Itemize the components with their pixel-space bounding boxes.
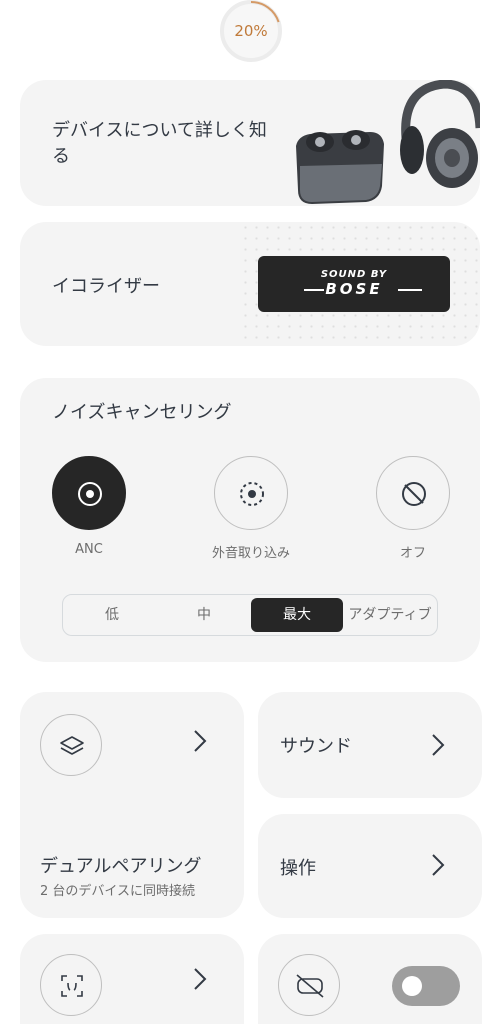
level-adaptive[interactable]: アダプティブ (345, 598, 435, 632)
off-icon (402, 482, 426, 506)
mode-ambient-label: 外音取り込み (211, 546, 290, 561)
level-max[interactable]: 最大 (251, 598, 343, 632)
equalizer-card[interactable]: イコライザー SOUND BY BOSE (20, 222, 480, 346)
mode-anc-label: ANC (75, 542, 103, 557)
game-mode-toggle[interactable] (392, 966, 460, 1006)
brand-stripe-right (398, 289, 422, 291)
sound-tile[interactable]: サウンド (258, 692, 482, 798)
sound-title: サウンド (280, 736, 352, 757)
chevron-right-icon (432, 854, 445, 876)
noise-cancelling-title: ノイズキャンセリング (52, 402, 232, 423)
ear-scan-icon-circle (40, 954, 102, 1016)
mode-off-label: オフ (399, 546, 426, 561)
controls-title: 操作 (280, 858, 316, 879)
battery-percent: 20% (234, 22, 268, 40)
ambient-icon (240, 482, 264, 506)
chevron-right-icon (432, 734, 445, 756)
dual-pairing-tile[interactable]: デュアルペアリング 2 台のデバイスに同時接続 (20, 692, 244, 918)
mode-ambient-button[interactable] (214, 456, 288, 530)
dual-pairing-title: デュアルペアリング (40, 856, 202, 877)
noise-cancelling-card: ノイズキャンセリング ANC 外音取り込み オフ 低 中 最大 アダプティブ (20, 378, 480, 662)
equalizer-title: イコライザー (52, 276, 160, 297)
mode-off[interactable]: オフ (358, 456, 468, 566)
mode-off-button[interactable] (376, 456, 450, 530)
dual-pairing-subtitle: 2 台のデバイスに同時接続 (40, 884, 196, 899)
battery-indicator: 20% (218, 0, 284, 64)
headphones-image (400, 80, 480, 188)
level-mid[interactable]: 中 (159, 598, 249, 632)
level-low[interactable]: 低 (67, 598, 157, 632)
anc-icon (78, 482, 102, 506)
toggle-knob (402, 976, 422, 996)
earbuds-case-image (296, 130, 384, 204)
mode-ambient[interactable]: 外音取り込み (196, 456, 306, 566)
mode-anc[interactable]: ANC (34, 456, 144, 566)
anc-level-selector: 低 中 最大 アダプティブ (62, 594, 438, 636)
ear-fit-tile[interactable] (20, 934, 244, 1024)
learn-device-card[interactable]: デバイスについて詳しく知る (20, 80, 480, 206)
brand-stripe-left (304, 289, 324, 291)
game-mode-tile (258, 934, 482, 1024)
learn-device-title: デバイスについて詳しく知る (52, 120, 267, 167)
ear-scan-icon (61, 975, 83, 997)
chevron-right-icon (194, 730, 207, 752)
layers-icon-circle (40, 714, 102, 776)
controls-tile[interactable]: 操作 (258, 814, 482, 918)
mode-anc-button[interactable] (52, 456, 126, 530)
sound-by-bose-badge: SOUND BY BOSE (258, 256, 450, 312)
disabled-gamepad-icon (296, 974, 324, 998)
layers-icon (60, 736, 84, 755)
game-mode-icon-circle (278, 954, 340, 1016)
brand-line1: SOUND BY (320, 269, 388, 280)
chevron-right-icon (194, 968, 207, 990)
